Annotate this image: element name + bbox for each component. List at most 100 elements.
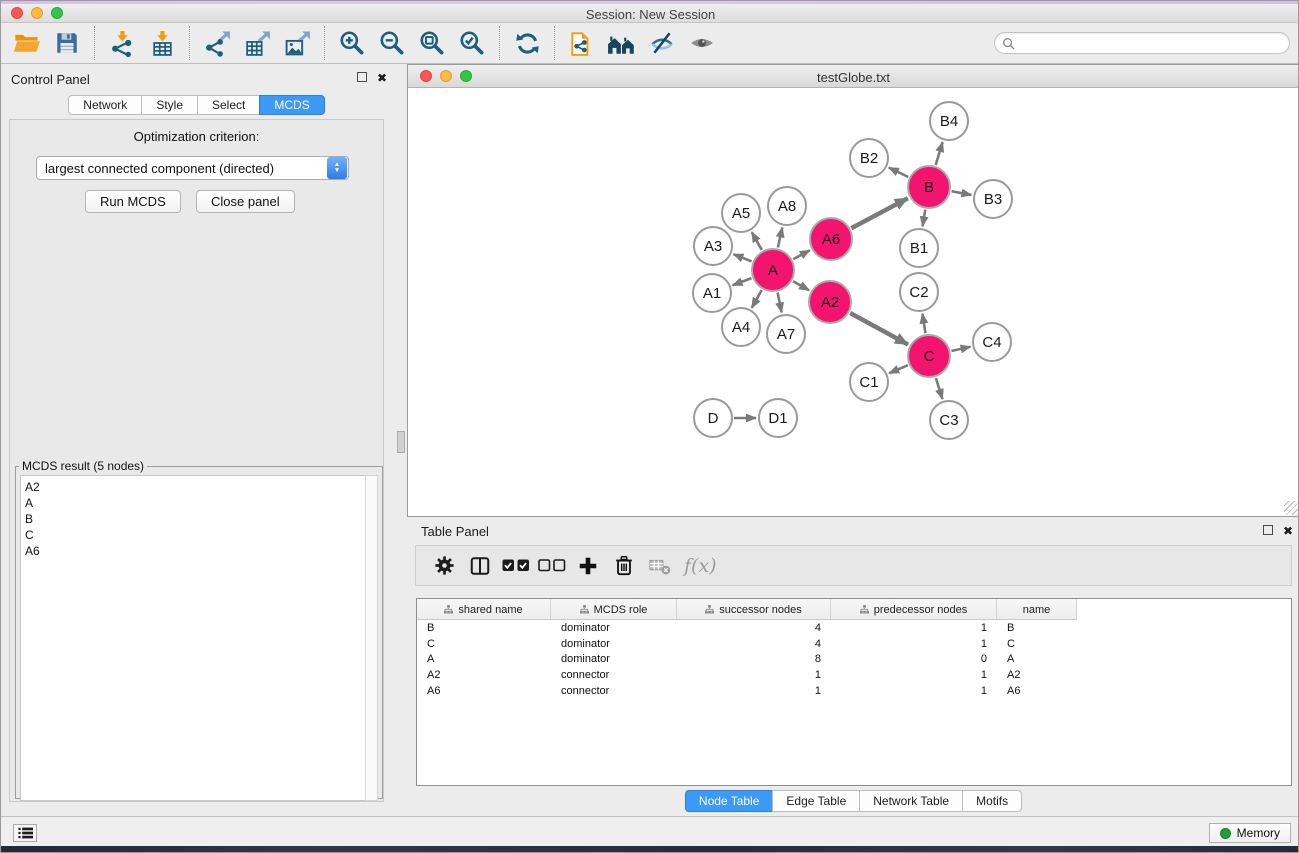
- edge-A-A7[interactable]: [778, 293, 782, 313]
- import-table-icon[interactable]: [145, 27, 179, 59]
- zoom-fit-icon[interactable]: [415, 27, 449, 59]
- table-cell[interactable]: 1: [831, 622, 997, 634]
- table-settings-gear-icon[interactable]: [426, 549, 462, 583]
- table-cell[interactable]: A2: [997, 669, 1077, 681]
- select-all-icon[interactable]: [498, 549, 534, 583]
- tab-edge-table[interactable]: Edge Table: [772, 790, 859, 812]
- column-header-successor-nodes[interactable]: successor nodes: [677, 599, 831, 620]
- close-panel-icon[interactable]: ✖: [377, 72, 387, 85]
- node-A3[interactable]: A3: [694, 227, 732, 265]
- node-B[interactable]: B: [908, 166, 950, 208]
- vertical-splitter-handle[interactable]: [397, 431, 405, 453]
- table-cell[interactable]: C: [417, 638, 551, 650]
- node-B1[interactable]: B1: [900, 229, 938, 267]
- table-cell[interactable]: dominator: [551, 638, 677, 650]
- table-cell[interactable]: 0: [831, 653, 997, 665]
- node-C[interactable]: C: [908, 335, 950, 377]
- table-cell[interactable]: C: [997, 638, 1077, 650]
- table-cell[interactable]: A6: [417, 685, 551, 697]
- export-table-icon[interactable]: [240, 27, 274, 59]
- edge-A6-B[interactable]: [851, 198, 907, 228]
- table-cell[interactable]: connector: [551, 685, 677, 697]
- edge-A-A3[interactable]: [733, 254, 751, 261]
- node-C4[interactable]: C4: [973, 323, 1011, 361]
- edge-A-A5[interactable]: [752, 232, 762, 250]
- node-D1[interactable]: D1: [759, 399, 797, 437]
- node-D[interactable]: D: [694, 399, 732, 437]
- table-cell[interactable]: dominator: [551, 653, 677, 665]
- edge-C-C1[interactable]: [889, 365, 908, 373]
- node-B4[interactable]: B4: [930, 102, 968, 140]
- refresh-icon[interactable]: [510, 27, 544, 59]
- node-A8[interactable]: A8: [768, 187, 806, 225]
- tab-mcds[interactable]: MCDS: [259, 95, 324, 115]
- add-column-icon[interactable]: [570, 549, 606, 583]
- show-eye-icon[interactable]: [685, 27, 719, 59]
- table-row[interactable]: Bdominator41B: [417, 620, 1291, 636]
- tab-style[interactable]: Style: [141, 95, 197, 115]
- export-image-icon[interactable]: [280, 27, 314, 59]
- task-history-list-icon[interactable]: [13, 824, 37, 842]
- zoom-in-icon[interactable]: [335, 27, 369, 59]
- edge-B-B1[interactable]: [923, 210, 926, 227]
- open-session-file-icon[interactable]: [565, 27, 599, 59]
- import-network-icon[interactable]: [105, 27, 139, 59]
- column-header-predecessor-nodes[interactable]: predecessor nodes: [831, 599, 997, 620]
- search-field[interactable]: [994, 32, 1290, 54]
- table-row[interactable]: Cdominator41C: [417, 636, 1291, 652]
- mcds-result-list[interactable]: A2ABCA6: [20, 475, 366, 801]
- table-row[interactable]: A2connector11A2: [417, 667, 1291, 683]
- network-window-titlebar[interactable]: testGlobe.txt: [408, 65, 1299, 88]
- resize-grip-icon[interactable]: [1286, 503, 1298, 515]
- search-input[interactable]: [1015, 34, 1289, 52]
- run-mcds-button[interactable]: Run MCDS: [85, 190, 181, 213]
- column-header-MCDS-role[interactable]: MCDS role: [551, 599, 677, 620]
- network-graph[interactable]: B4B2BB3A5A8A6B1A3AC2A1A2A4A7C4CC1C3DD1: [408, 88, 1299, 516]
- tab-select[interactable]: Select: [197, 95, 259, 115]
- edge-A2-C[interactable]: [850, 313, 908, 344]
- save-icon[interactable]: [50, 27, 84, 59]
- export-network-icon[interactable]: [200, 27, 234, 59]
- edge-A-A1[interactable]: [733, 278, 752, 285]
- home-icon[interactable]: [605, 27, 639, 59]
- edge-A-A4[interactable]: [752, 290, 762, 308]
- table-row[interactable]: A6connector11A6: [417, 683, 1291, 699]
- table-cell[interactable]: 4: [677, 638, 831, 650]
- edge-B-B3[interactable]: [952, 191, 972, 195]
- table-cell[interactable]: 1: [831, 638, 997, 650]
- edge-A-A8[interactable]: [778, 227, 782, 247]
- column-panel-icon[interactable]: [462, 549, 498, 583]
- table-float-panel-icon[interactable]: [1263, 525, 1273, 538]
- zoom-out-icon[interactable]: [375, 27, 409, 59]
- node-table[interactable]: shared nameMCDS rolesuccessor nodesprede…: [416, 598, 1292, 786]
- result-item[interactable]: B: [25, 511, 365, 527]
- table-cell[interactable]: 8: [677, 653, 831, 665]
- result-item[interactable]: A6: [25, 543, 365, 559]
- table-close-panel-icon[interactable]: ✖: [1283, 525, 1293, 538]
- table-cell[interactable]: A6: [997, 685, 1077, 697]
- node-A[interactable]: A: [752, 249, 794, 291]
- network-canvas[interactable]: B4B2BB3A5A8A6B1A3AC2A1A2A4A7C4CC1C3DD1: [408, 88, 1299, 516]
- result-item[interactable]: A: [25, 495, 365, 511]
- column-header-shared-name[interactable]: shared name: [417, 599, 551, 620]
- float-panel-icon[interactable]: [357, 72, 367, 85]
- table-cell[interactable]: 1: [831, 685, 997, 697]
- table-cell[interactable]: A: [997, 653, 1077, 665]
- result-item[interactable]: C: [25, 527, 365, 543]
- column-header-name[interactable]: name: [997, 599, 1077, 620]
- node-C2[interactable]: C2: [900, 273, 938, 311]
- unselect-all-icon[interactable]: [534, 549, 570, 583]
- hide-eye-icon[interactable]: [645, 27, 679, 59]
- table-cell[interactable]: 1: [831, 669, 997, 681]
- table-cell[interactable]: connector: [551, 669, 677, 681]
- table-cell[interactable]: B: [997, 622, 1077, 634]
- table-cell[interactable]: 4: [677, 622, 831, 634]
- table-cell[interactable]: A2: [417, 669, 551, 681]
- table-cell[interactable]: B: [417, 622, 551, 634]
- table-cell[interactable]: 1: [677, 685, 831, 697]
- table-cell[interactable]: A: [417, 653, 551, 665]
- zoom-selected-icon[interactable]: [455, 27, 489, 59]
- edge-C-C4[interactable]: [951, 347, 970, 351]
- node-B3[interactable]: B3: [974, 180, 1012, 218]
- node-A5[interactable]: A5: [722, 194, 760, 232]
